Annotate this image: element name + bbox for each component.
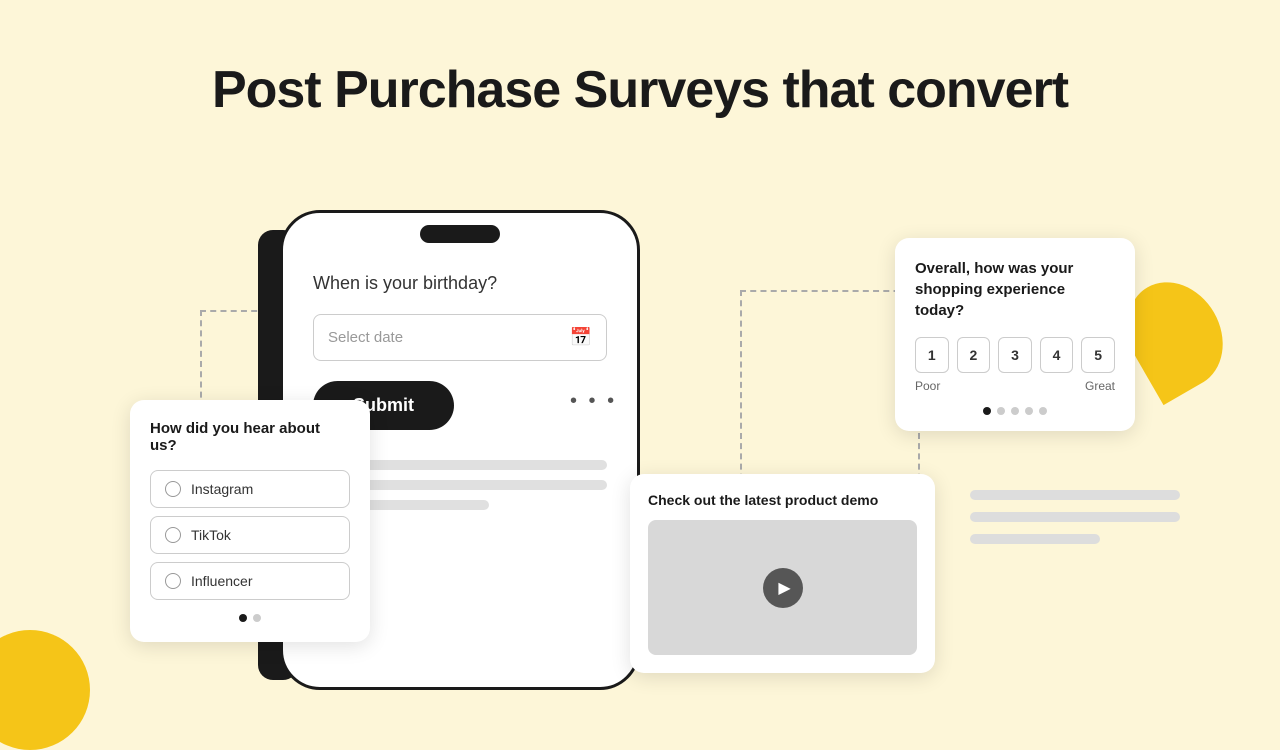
phone-question: When is your birthday? bbox=[313, 273, 607, 294]
video-thumbnail[interactable]: ▶ bbox=[648, 520, 917, 655]
radio-instagram[interactable] bbox=[165, 481, 181, 497]
option-tiktok-label: TikTok bbox=[191, 527, 231, 543]
sr-dot-5 bbox=[1039, 407, 1047, 415]
video-card: Check out the latest product demo ▶ bbox=[630, 474, 935, 673]
dot-1 bbox=[239, 614, 247, 622]
option-instagram[interactable]: Instagram bbox=[150, 470, 350, 508]
rating-4[interactable]: 4 bbox=[1040, 337, 1074, 373]
right-line-2 bbox=[970, 512, 1180, 522]
survey-left-question: How did you hear about us? bbox=[150, 420, 350, 454]
date-input[interactable]: Select date 📅 bbox=[313, 314, 607, 361]
video-card-title: Check out the latest product demo bbox=[648, 492, 917, 508]
right-lines bbox=[970, 490, 1180, 556]
sr-dot-1 bbox=[983, 407, 991, 415]
rating-1[interactable]: 1 bbox=[915, 337, 949, 373]
right-line-1 bbox=[970, 490, 1180, 500]
survey-card-right: Overall, how was your shopping experienc… bbox=[895, 238, 1135, 431]
dashed-box-right bbox=[740, 290, 920, 490]
hero-title: Post Purchase Surveys that convert bbox=[0, 0, 1280, 120]
phone-notch bbox=[420, 225, 500, 243]
survey-right-dots bbox=[915, 407, 1115, 415]
survey-card-left: How did you hear about us? Instagram Tik… bbox=[130, 400, 370, 642]
label-poor: Poor bbox=[915, 379, 940, 393]
option-influencer-label: Influencer bbox=[191, 573, 252, 589]
date-placeholder: Select date bbox=[328, 329, 403, 346]
survey-right-question: Overall, how was your shopping experienc… bbox=[915, 258, 1115, 321]
play-button[interactable]: ▶ bbox=[763, 568, 803, 608]
option-instagram-label: Instagram bbox=[191, 481, 253, 497]
rating-5[interactable]: 5 bbox=[1081, 337, 1115, 373]
radio-influencer[interactable] bbox=[165, 573, 181, 589]
dot-2 bbox=[253, 614, 261, 622]
sr-dot-4 bbox=[1025, 407, 1033, 415]
play-icon: ▶ bbox=[778, 578, 790, 598]
sr-dot-3 bbox=[1011, 407, 1019, 415]
radio-tiktok[interactable] bbox=[165, 527, 181, 543]
survey-left-dots bbox=[150, 614, 350, 622]
sr-dot-2 bbox=[997, 407, 1005, 415]
option-tiktok[interactable]: TikTok bbox=[150, 516, 350, 554]
deco-circle-bottom-left bbox=[0, 630, 90, 750]
three-dots-menu[interactable]: • • • bbox=[570, 390, 617, 413]
rating-row: 1 2 3 4 5 bbox=[915, 337, 1115, 373]
rating-2[interactable]: 2 bbox=[957, 337, 991, 373]
option-influencer[interactable]: Influencer bbox=[150, 562, 350, 600]
rating-3[interactable]: 3 bbox=[998, 337, 1032, 373]
right-line-3 bbox=[970, 534, 1100, 544]
rating-labels: Poor Great bbox=[915, 379, 1115, 393]
calendar-icon: 📅 bbox=[570, 327, 592, 348]
label-great: Great bbox=[1085, 379, 1115, 393]
